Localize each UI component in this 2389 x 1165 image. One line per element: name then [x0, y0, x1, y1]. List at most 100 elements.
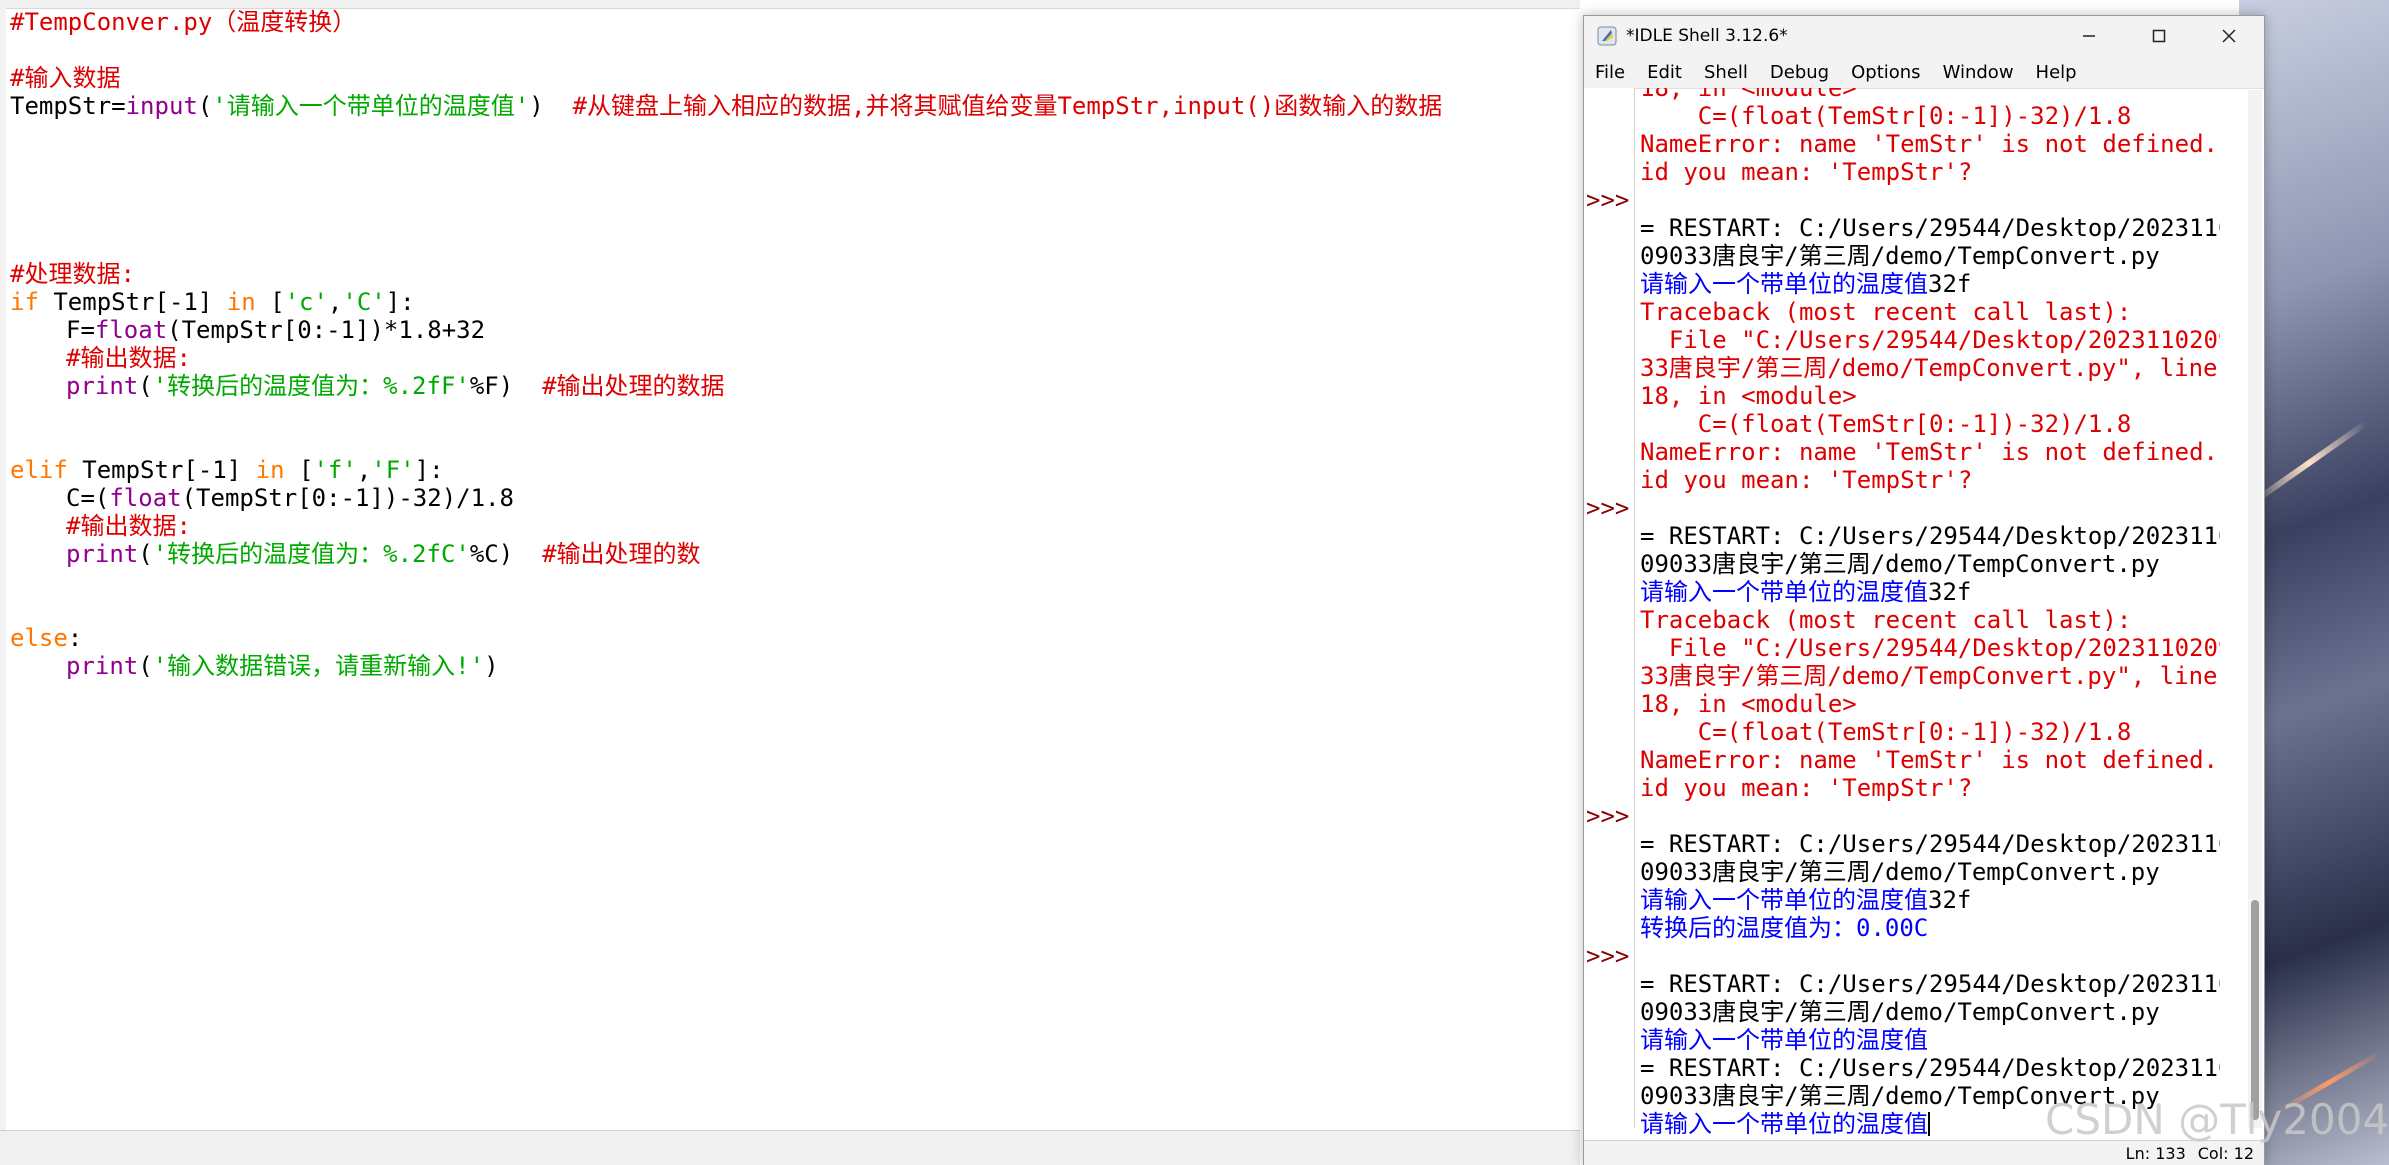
code-string: 'C'	[342, 288, 386, 316]
code-token: (	[197, 92, 213, 120]
shell-prompt-marker: >>>	[1586, 494, 1630, 522]
code-token: [	[284, 456, 314, 484]
shell-text: = RESTART: C:/Users/29544/Desktop/202311…	[1640, 522, 2220, 550]
shell-stderr-text: NameError: name 'TemStr' is not defined.…	[1640, 438, 2220, 466]
shell-line: = RESTART: C:/Users/29544/Desktop/202311…	[1640, 522, 2220, 550]
shell-stderr-text: id you mean: 'TempStr'?	[1640, 466, 1973, 494]
code-builtin: print	[66, 372, 139, 400]
shell-line: 请输入一个带单位的温度值32f	[1640, 886, 2220, 914]
code-string: '转换后的温度值为：%.2fF'	[152, 372, 470, 400]
code-comment: #输出数据:	[66, 512, 191, 540]
code-token: TempStr[-1]	[38, 288, 227, 316]
menu-options[interactable]: Options	[1840, 62, 1931, 83]
code-builtin: float	[109, 484, 182, 512]
shell-stdout-text: 请输入一个带单位的温度值	[1640, 1026, 1928, 1054]
shell-line: = RESTART: C:/Users/29544/Desktop/202311…	[1640, 1054, 2220, 1082]
shell-stderr-text: 18, in <module>	[1640, 690, 1857, 718]
code-line: if TempStr[-1] in ['c','C']:	[10, 288, 1580, 316]
shell-stderr-text: File "C:/Users/29544/Desktop/20231102090	[1640, 634, 2220, 662]
scrollbar-thumb[interactable]	[2251, 900, 2259, 1120]
shell-stderr-text: File "C:/Users/29544/Desktop/20231102090	[1640, 326, 2220, 354]
shell-text: = RESTART: C:/Users/29544/Desktop/202311…	[1640, 970, 2220, 998]
close-button[interactable]	[2194, 16, 2264, 56]
code-builtin: float	[94, 316, 168, 344]
code-keyword: in	[226, 288, 256, 316]
code-line: #输入数据	[10, 64, 1580, 92]
shell-stderr-text: 33唐良宇/第三周/demo/TempConvert.py", line	[1640, 354, 2218, 382]
minimize-button[interactable]	[2054, 16, 2124, 56]
code-string: '输入数据错误，请重新输入!'	[152, 652, 485, 680]
shell-line: NameError: name 'TemStr' is not defined.…	[1640, 130, 2220, 158]
code-editor-text[interactable]: #TempConver.py（温度转换） #输入数据 TempStr=input('…	[10, 8, 1580, 680]
shell-line: 请输入一个带单位的温度值32f	[1640, 578, 2220, 606]
code-token: (	[138, 372, 153, 400]
text-cursor	[1928, 1112, 1930, 1136]
shell-stderr-text: id you mean: 'TempStr'?	[1640, 774, 1973, 802]
code-token: TempStr=	[10, 92, 126, 120]
code-keyword: elif	[10, 456, 68, 484]
shell-window-title: *IDLE Shell 3.12.6*	[1626, 26, 1788, 46]
code-token: F=	[66, 316, 95, 344]
shell-prompt-marker: >>>	[1586, 186, 1630, 214]
code-line: C=(float(TempStr[0:-1])-32)/1.8	[10, 484, 1580, 512]
code-token: :	[67, 624, 83, 652]
code-line: else:	[10, 624, 1580, 652]
shell-line: File "C:/Users/29544/Desktop/20231102090	[1640, 634, 2220, 662]
code-token: )	[529, 92, 573, 120]
shell-text: 09033唐良宇/第三周/demo/TempConvert.py	[1640, 998, 2160, 1026]
code-token: ]:	[414, 456, 444, 484]
menu-window[interactable]: Window	[1932, 62, 2025, 83]
code-token: C=(	[66, 484, 110, 512]
close-icon	[2222, 29, 2236, 43]
code-comment: #从键盘上输入相应的数据,并将其赋值给变量TempStr,input()函数输入…	[572, 92, 1443, 120]
shell-vertical-scrollbar[interactable]	[2248, 90, 2262, 1128]
shell-line: 请输入一个带单位的温度值32f	[1640, 270, 2220, 298]
shell-stdout-text: 请输入一个带单位的温度值	[1640, 886, 1928, 914]
code-token: (	[138, 652, 153, 680]
shell-stderr-text: 18, in <module>	[1640, 88, 1857, 102]
menu-help[interactable]: Help	[2025, 62, 2088, 83]
menu-shell[interactable]: Shell	[1693, 62, 1759, 83]
code-token: ,	[356, 456, 372, 484]
shell-text: 09033唐良宇/第三周/demo/TempConvert.py	[1640, 550, 2160, 578]
code-line: print('转换后的温度值为：%.2fF'%F) #输出处理的数据	[10, 372, 1580, 400]
shell-line: C=(float(TemStr[0:-1])-32)/1.8	[1640, 102, 2220, 130]
code-token: [	[255, 288, 285, 316]
shell-line: = RESTART: C:/Users/29544/Desktop/202311…	[1640, 830, 2220, 858]
shell-prompt-marker: >>>	[1586, 802, 1630, 830]
editor-left-border	[0, 8, 6, 1165]
shell-output-area[interactable]: 18, in <module> C=(float(TemStr[0:-1])-3…	[1640, 88, 2220, 1153]
shell-line: 18, in <module>	[1640, 690, 2220, 718]
menu-edit[interactable]: Edit	[1636, 62, 1693, 83]
shell-stderr-text: Traceback (most recent call last):	[1640, 298, 2132, 326]
shell-titlebar[interactable]: *IDLE Shell 3.12.6*	[1584, 16, 2264, 56]
shell-stderr-text: Traceback (most recent call last):	[1640, 606, 2132, 634]
code-line: F=float(TempStr[0:-1])*1.8+32	[10, 316, 1580, 344]
shell-line: Traceback (most recent call last):	[1640, 606, 2220, 634]
code-comment: #输出数据:	[66, 344, 191, 372]
shell-line: Traceback (most recent call last):	[1640, 298, 2220, 326]
code-token: ,	[327, 288, 343, 316]
shell-line: C=(float(TemStr[0:-1])-32)/1.8	[1640, 410, 2220, 438]
code-comment: #输入数据	[10, 64, 121, 92]
code-keyword: if	[10, 288, 39, 316]
shell-stdout-text: 请输入一个带单位的温度值	[1640, 578, 1928, 606]
code-line: #输出数据:	[10, 344, 1580, 372]
shell-line: NameError: name 'TemStr' is not defined.…	[1640, 746, 2220, 774]
code-line: #TempConver.py（温度转换）	[10, 8, 1580, 36]
shell-user-input: 32f	[1928, 578, 1972, 606]
python-feather-icon	[1596, 25, 1618, 47]
menu-debug[interactable]: Debug	[1759, 62, 1840, 83]
shell-stderr-text: C=(float(TemStr[0:-1])-32)/1.8	[1640, 718, 2132, 746]
code-token: %F)	[469, 372, 543, 400]
menu-file[interactable]: File	[1584, 62, 1636, 83]
shell-line: = RESTART: C:/Users/29544/Desktop/202311…	[1640, 214, 2220, 242]
code-token: (TempStr[0:-1])-32)/1.8	[181, 484, 514, 512]
maximize-button[interactable]	[2124, 16, 2194, 56]
